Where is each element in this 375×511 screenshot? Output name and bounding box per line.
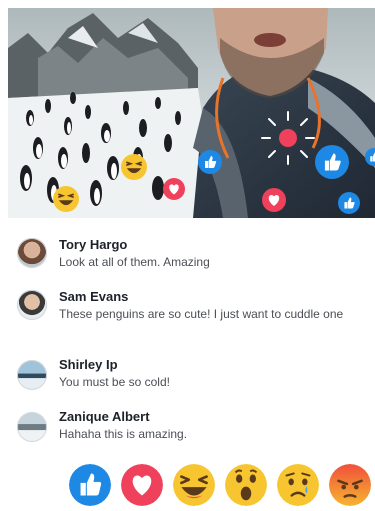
comment-text: These penguins are so cute! I just want … — [59, 307, 344, 321]
like-icon — [365, 148, 375, 166]
live-video[interactable] — [8, 8, 375, 218]
haha-icon[interactable] — [173, 464, 215, 506]
love-icon[interactable] — [121, 464, 163, 506]
avatar[interactable] — [17, 412, 47, 442]
like-icon — [338, 192, 360, 214]
like-icon — [315, 145, 349, 179]
commenter-name[interactable]: Sam Evans — [59, 289, 128, 304]
reaction-bar — [69, 464, 375, 510]
wow-icon[interactable] — [225, 464, 267, 506]
sad-icon[interactable] — [277, 464, 319, 506]
angry-icon[interactable] — [329, 464, 371, 506]
commenter-name[interactable]: Zanique Albert — [59, 409, 150, 424]
haha-icon — [121, 154, 147, 180]
avatar[interactable] — [17, 360, 47, 390]
commenter-name[interactable]: Shirley Ip — [59, 357, 118, 372]
haha-icon — [53, 186, 79, 212]
avatar[interactable] — [17, 290, 47, 320]
comment-text: Hahaha this is amazing. — [59, 427, 188, 441]
comment-text: You must be so cold! — [59, 375, 170, 389]
like-icon[interactable] — [69, 464, 111, 506]
love-icon — [262, 188, 286, 212]
comment-text: Look at all of them. Amazing — [59, 255, 210, 269]
avatar[interactable] — [17, 238, 47, 268]
sparkle-icon — [261, 111, 315, 165]
like-icon — [198, 150, 222, 174]
commenter-name[interactable]: Tory Hargo — [59, 237, 127, 252]
love-icon — [163, 178, 185, 200]
